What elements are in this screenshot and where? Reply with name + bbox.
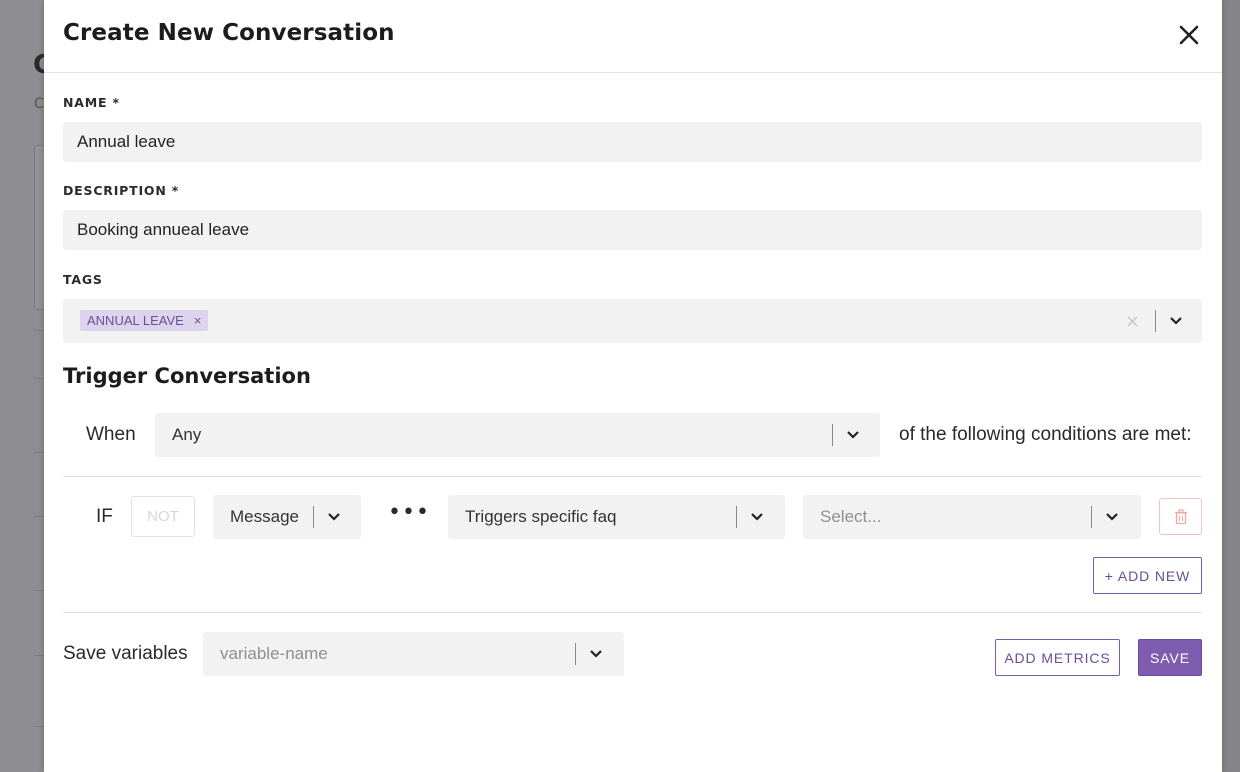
condition-target-placeholder: Select... bbox=[820, 507, 882, 526]
tag-remove-icon[interactable]: × bbox=[194, 313, 202, 328]
chevron-down-icon bbox=[1106, 513, 1118, 521]
select-separator bbox=[1091, 506, 1092, 528]
chevron-down-icon bbox=[328, 513, 340, 521]
trigger-section-title: Trigger Conversation bbox=[63, 364, 311, 388]
tags-select[interactable]: ANNUAL LEAVE × × bbox=[63, 299, 1202, 343]
save-button[interactable]: SAVE bbox=[1138, 639, 1202, 676]
tag-chip-label: ANNUAL LEAVE bbox=[87, 313, 184, 328]
if-label: IF bbox=[96, 506, 113, 527]
background-subtitle: C bbox=[34, 96, 44, 112]
chevron-down-icon bbox=[751, 513, 763, 521]
background-right-edge bbox=[1222, 0, 1240, 772]
divider bbox=[63, 476, 1202, 477]
description-input[interactable]: Booking annueal leave bbox=[63, 210, 1202, 250]
description-value: Booking annueal leave bbox=[77, 220, 250, 239]
close-button[interactable] bbox=[1178, 24, 1200, 46]
condition-operator-value: Triggers specific faq bbox=[465, 507, 617, 526]
create-conversation-modal: Create New Conversation NAME * Annual le… bbox=[44, 0, 1222, 772]
not-toggle[interactable]: NOT bbox=[131, 496, 195, 537]
more-options-icon[interactable]: ••• bbox=[388, 500, 430, 525]
add-new-condition-button[interactable]: + ADD NEW bbox=[1093, 557, 1202, 594]
save-variables-label: Save variables bbox=[63, 643, 188, 664]
description-label: DESCRIPTION * bbox=[63, 183, 180, 198]
select-separator bbox=[832, 424, 833, 446]
delete-condition-button[interactable] bbox=[1159, 498, 1202, 535]
divider bbox=[63, 612, 1202, 613]
modal-header: Create New Conversation bbox=[44, 0, 1222, 73]
add-metrics-button[interactable]: ADD METRICS bbox=[995, 639, 1120, 676]
condition-field-value: Message bbox=[230, 507, 299, 526]
chevron-down-icon bbox=[590, 650, 602, 658]
chevron-down-icon bbox=[847, 431, 859, 439]
variable-placeholder: variable-name bbox=[220, 644, 328, 663]
select-separator bbox=[313, 506, 314, 528]
trash-icon bbox=[1174, 508, 1187, 524]
when-select[interactable]: Any bbox=[155, 413, 880, 457]
name-input[interactable]: Annual leave bbox=[63, 122, 1202, 162]
select-separator bbox=[1155, 310, 1156, 332]
condition-field-select[interactable]: Message bbox=[213, 495, 361, 539]
tags-label: TAGS bbox=[63, 272, 103, 287]
conditions-text: of the following conditions are met: bbox=[899, 424, 1192, 445]
when-select-value: Any bbox=[172, 425, 202, 444]
clear-tags-icon[interactable]: × bbox=[1125, 311, 1140, 332]
modal-title: Create New Conversation bbox=[63, 20, 395, 46]
chevron-down-icon[interactable] bbox=[1169, 314, 1183, 328]
condition-target-select[interactable]: Select... bbox=[803, 495, 1141, 539]
tag-chip: ANNUAL LEAVE × bbox=[80, 310, 209, 331]
when-label: When bbox=[86, 424, 136, 445]
name-value: Annual leave bbox=[77, 132, 176, 151]
select-separator bbox=[736, 506, 737, 528]
close-icon bbox=[1179, 25, 1199, 45]
variable-select[interactable]: variable-name bbox=[203, 632, 624, 676]
condition-operator-select[interactable]: Triggers specific faq bbox=[448, 495, 785, 539]
name-label: NAME * bbox=[63, 95, 120, 110]
select-separator bbox=[575, 643, 576, 665]
